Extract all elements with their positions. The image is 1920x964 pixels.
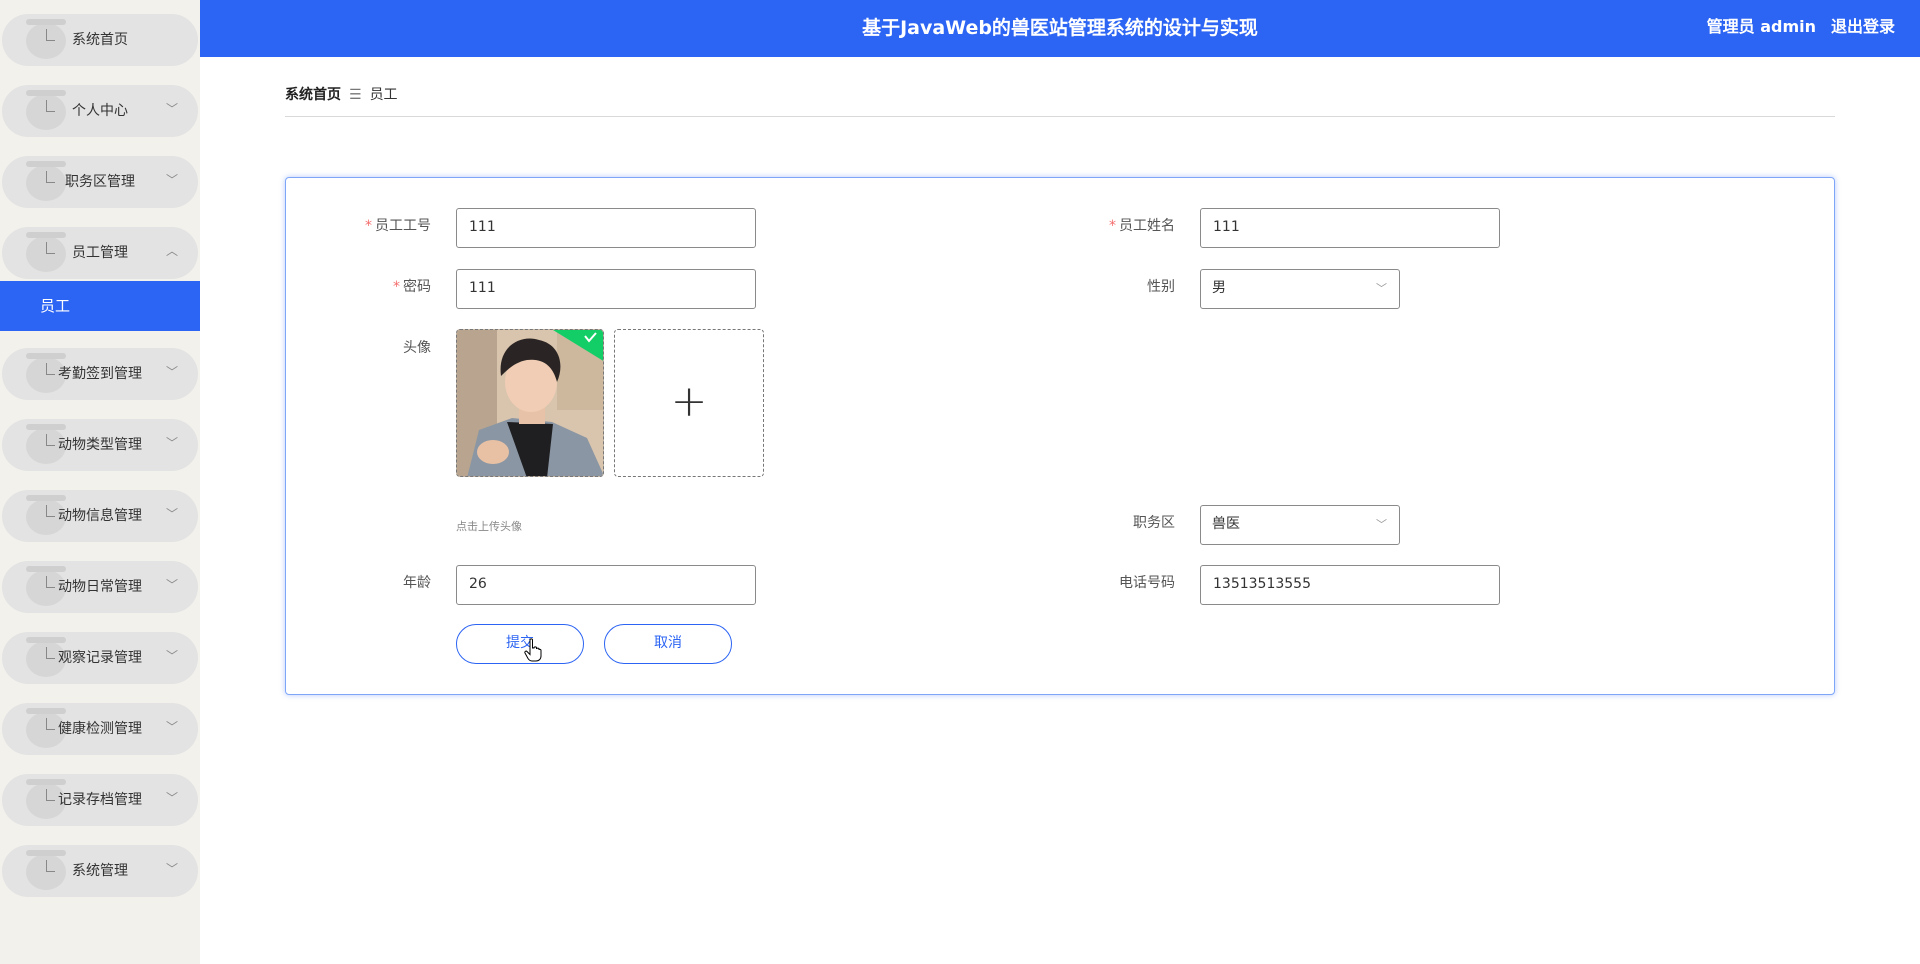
- menu-item-health-check[interactable]: 健康检测管理 ﹀: [2, 703, 198, 755]
- chevron-down-icon: ﹀: [165, 649, 178, 663]
- phone-label: 电话号码: [1119, 575, 1175, 591]
- menu-item-animal-info[interactable]: 动物信息管理 ﹀: [2, 490, 198, 542]
- chevron-up-icon: ︿: [165, 244, 178, 258]
- department-label: 职务区: [1133, 515, 1175, 531]
- age-label: 年龄: [403, 575, 431, 591]
- chevron-down-icon: ﹀: [1376, 282, 1387, 295]
- chevron-down-icon: ﹀: [165, 507, 178, 521]
- avatar-preview[interactable]: [456, 329, 604, 477]
- cancel-button[interactable]: 取消: [604, 624, 732, 664]
- menu-item-personal-center[interactable]: 个人中心 ﹀: [2, 85, 198, 137]
- chevron-down-icon: ﹀: [165, 720, 178, 734]
- gender-select-value: 男: [1212, 280, 1226, 296]
- top-header: 基于JavaWeb的兽医站管理系统的设计与实现 管理员 admin 退出登录: [200, 0, 1920, 57]
- chevron-down-icon: ﹀: [165, 173, 178, 187]
- submenu-item-employee[interactable]: 员工: [0, 281, 200, 331]
- age-input[interactable]: 26: [456, 565, 756, 605]
- avatar-label: 头像: [403, 340, 431, 356]
- chevron-down-icon: ﹀: [165, 578, 178, 592]
- avatar-image: [457, 330, 603, 476]
- hand-cursor-icon: [524, 638, 542, 662]
- breadcrumb-separator-icon: ☰: [349, 87, 362, 103]
- menu-item-home[interactable]: 系统首页: [2, 14, 198, 66]
- phone-input[interactable]: 13513513555: [1200, 565, 1500, 605]
- employee-no-input[interactable]: 111: [456, 208, 756, 248]
- department-select-value: 兽医: [1212, 516, 1240, 532]
- employee-no-label: * 员工工号: [365, 218, 431, 234]
- menu-item-attendance[interactable]: 考勤签到管理 ﹀: [2, 348, 198, 400]
- chevron-down-icon: ﹀: [165, 365, 178, 379]
- menu-item-employee-management[interactable]: 员工管理 ︿: [2, 227, 198, 279]
- breadcrumb: 系统首页 ☰ 员工: [285, 84, 398, 104]
- plus-icon: +: [670, 376, 708, 427]
- menu-item-animal-daily[interactable]: 动物日常管理 ﹀: [2, 561, 198, 613]
- avatar-upload-button[interactable]: +: [614, 329, 764, 477]
- menu-item-archive[interactable]: 记录存档管理 ﹀: [2, 774, 198, 826]
- chevron-down-icon: ﹀: [165, 436, 178, 450]
- sidebar: 系统首页 个人中心 ﹀ 职务区管理 ﹀ 员工管理 ︿ 员工 考勤签到管理 ﹀ 动…: [0, 0, 200, 964]
- department-select[interactable]: 兽医 ﹀: [1200, 505, 1400, 545]
- submit-button[interactable]: 提交: [456, 624, 584, 664]
- chevron-down-icon: ﹀: [1376, 518, 1387, 531]
- menu-item-observation[interactable]: 观察记录管理 ﹀: [2, 632, 198, 684]
- password-input[interactable]: 111: [456, 269, 756, 309]
- gender-label: 性别: [1147, 279, 1175, 295]
- menu-item-label: 系统首页: [72, 32, 128, 48]
- employee-name-label: * 员工姓名: [1109, 218, 1175, 234]
- avatar-upload-hint: 点击上传头像: [456, 520, 522, 533]
- employee-name-input[interactable]: 111: [1200, 208, 1500, 248]
- logout-link[interactable]: 退出登录: [1831, 0, 1895, 54]
- gender-select[interactable]: 男 ﹀: [1200, 269, 1400, 309]
- chevron-down-icon: ﹀: [165, 791, 178, 805]
- app-title: 基于JavaWeb的兽医站管理系统的设计与实现: [862, 17, 1258, 39]
- password-label: * 密码: [393, 279, 431, 295]
- chevron-down-icon: ﹀: [165, 862, 178, 876]
- breadcrumb-home[interactable]: 系统首页: [285, 87, 341, 103]
- chevron-down-icon: ﹀: [165, 102, 178, 116]
- menu-item-animal-type[interactable]: 动物类型管理 ﹀: [2, 419, 198, 471]
- current-user: 管理员 admin: [1706, 17, 1816, 36]
- breadcrumb-current: 员工: [369, 87, 398, 103]
- menu-item-department[interactable]: 职务区管理 ﹀: [2, 156, 198, 208]
- menu-item-system[interactable]: 系统管理 ﹀: [2, 845, 198, 897]
- breadcrumb-divider: [285, 116, 1835, 117]
- employee-form: *员工工号 111 *员工姓名 111 *密码 111 性别 男 ﹀ 头像: [285, 177, 1835, 695]
